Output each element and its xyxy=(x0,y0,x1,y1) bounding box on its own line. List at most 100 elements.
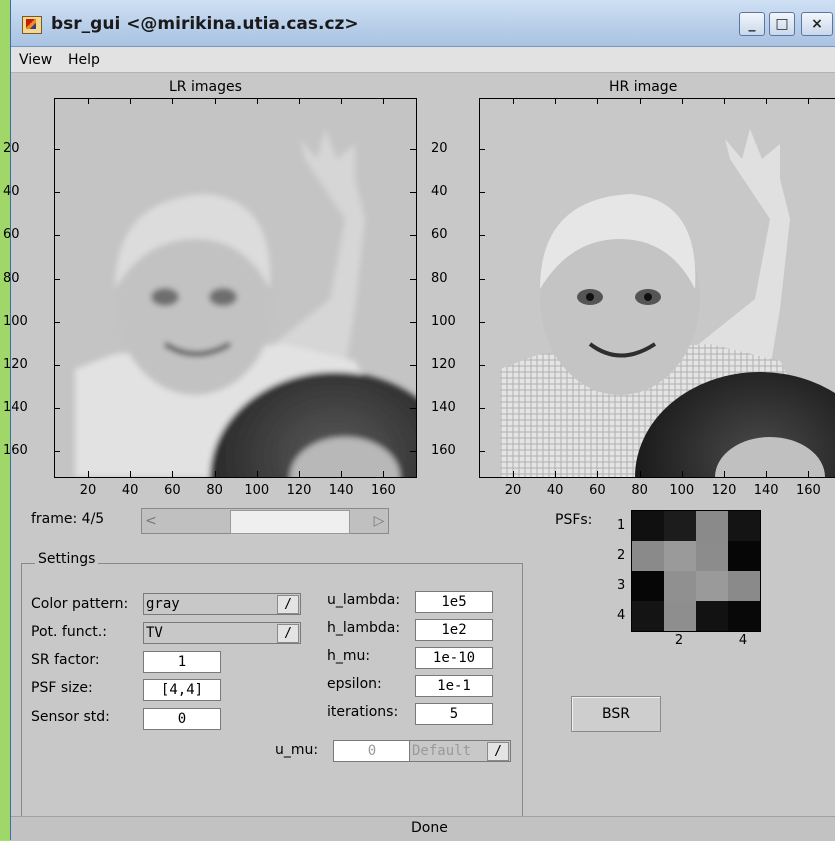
psf-ytick-label: 3 xyxy=(617,578,626,593)
hr-ytick-mark xyxy=(479,235,485,237)
psf-cell xyxy=(664,571,696,601)
hr-xtick-mark xyxy=(513,471,514,477)
lr-xtick-mark xyxy=(256,98,258,104)
frame-slider[interactable]: < ▷ xyxy=(141,508,389,534)
pot-funct-label: Pot. funct.: xyxy=(31,624,107,640)
hr-axes-title: HR image xyxy=(609,79,678,95)
matlab-icon xyxy=(22,16,42,34)
psf-cell xyxy=(728,511,760,541)
lr-xtick-label: 20 xyxy=(79,483,97,498)
dropdown-arrow-icon[interactable]: / xyxy=(487,742,509,761)
lr-ytick-mark xyxy=(410,149,416,150)
lr-image xyxy=(55,99,416,477)
dropdown-arrow-icon[interactable]: / xyxy=(277,595,299,614)
lr-xtick-label: 60 xyxy=(164,483,181,498)
hr-ytick-mark xyxy=(479,408,485,410)
dropdown-arrow-icon[interactable]: / xyxy=(277,624,299,643)
psf-cell xyxy=(728,541,760,571)
lr-ytick-label: 40 xyxy=(3,184,20,200)
menu-view[interactable]: View xyxy=(19,52,52,68)
hr-ytick-label: 20 xyxy=(431,141,448,156)
psf-cell xyxy=(696,601,728,631)
hr-xtick-mark xyxy=(555,98,557,104)
hr-ytick-label: 60 xyxy=(431,227,448,243)
slider-right-arrow-icon[interactable]: ▷ xyxy=(370,509,388,533)
lr-xtick-mark xyxy=(299,98,300,104)
slider-thumb[interactable] xyxy=(230,510,350,534)
menu-help[interactable]: Help xyxy=(68,52,100,68)
u-lambda-label: u_lambda: xyxy=(327,592,401,608)
psf-cell xyxy=(632,601,664,631)
hr-xtick-mark xyxy=(681,471,683,477)
hr-xtick-label: 120 xyxy=(711,483,737,498)
lr-xtick-label: 80 xyxy=(206,483,223,498)
hr-ytick-mark xyxy=(479,192,485,194)
lr-ytick-mark xyxy=(54,321,60,323)
lr-xtick-mark xyxy=(172,98,174,104)
h-mu-input[interactable]: 1e-10 xyxy=(415,647,493,669)
hr-xtick-label: 40 xyxy=(546,483,564,498)
settings-legend: Settings xyxy=(35,551,99,567)
lr-ytick-mark xyxy=(410,192,416,194)
lr-ytick-mark xyxy=(410,321,416,323)
hr-ytick-mark xyxy=(479,365,485,366)
hr-xtick-label: 140 xyxy=(753,483,779,498)
lr-image-axes xyxy=(54,98,417,478)
hr-xtick-mark xyxy=(555,471,557,477)
psf-size-input[interactable]: [4,4] xyxy=(143,679,221,701)
lr-xtick-mark xyxy=(172,471,174,477)
app-window: bsr_gui <@mirikina.utia.cas.cz> _ □ × Vi… xyxy=(3,0,835,841)
color-pattern-value: gray xyxy=(146,596,180,612)
hr-xtick-mark xyxy=(639,98,641,104)
lr-ytick-mark xyxy=(54,408,60,410)
hr-xtick-mark xyxy=(639,471,641,477)
hr-xtick-label: 60 xyxy=(589,483,606,498)
pot-funct-select[interactable]: TV / xyxy=(143,622,301,644)
hr-xtick-mark xyxy=(513,98,514,104)
bsr-button[interactable]: BSR xyxy=(571,696,661,732)
lr-xtick-label: 140 xyxy=(328,483,354,498)
color-pattern-select[interactable]: gray / xyxy=(143,593,301,615)
close-button[interactable]: × xyxy=(801,12,833,36)
menu-bar: View Help xyxy=(11,47,835,73)
psf-xtick-label: 4 xyxy=(738,633,748,648)
window-title: bsr_gui <@mirikina.utia.cas.cz> xyxy=(51,14,359,34)
lr-axes-title: LR images xyxy=(169,79,242,95)
lr-ytick-mark xyxy=(54,451,60,453)
lr-xtick-mark xyxy=(299,471,300,477)
hr-ytick-label: 100 xyxy=(431,313,456,329)
hr-ytick-mark xyxy=(479,321,485,323)
hr-xtick-mark xyxy=(724,98,725,104)
lr-xtick-mark xyxy=(383,471,385,477)
lr-xtick-mark xyxy=(130,98,132,104)
lr-xtick-label: 40 xyxy=(121,483,139,498)
title-bar[interactable]: bsr_gui <@mirikina.utia.cas.cz> _ □ × xyxy=(11,0,835,47)
lr-xtick-mark xyxy=(88,471,89,477)
hr-ytick-mark xyxy=(479,451,485,453)
lr-xtick-mark xyxy=(383,98,385,104)
hr-image xyxy=(480,99,835,477)
minimize-button[interactable]: _ xyxy=(739,12,765,36)
lr-xtick-label: 160 xyxy=(370,483,396,498)
status-bar: Done xyxy=(11,816,835,841)
u-mu-input[interactable]: 0 xyxy=(333,740,411,762)
h-mu-label: h_mu: xyxy=(327,648,371,664)
epsilon-input[interactable]: 1e-1 xyxy=(415,675,493,697)
sensor-std-input[interactable]: 0 xyxy=(143,708,221,730)
slider-left-arrow-icon[interactable]: < xyxy=(142,509,160,533)
sr-factor-input[interactable]: 1 xyxy=(143,651,221,673)
psf-size-label: PSF size: xyxy=(31,680,93,696)
hr-xtick-mark xyxy=(766,471,768,477)
iterations-input[interactable]: 5 xyxy=(415,703,493,725)
hr-xtick-mark xyxy=(808,98,810,104)
lr-ytick-mark xyxy=(410,365,416,366)
psf-cell xyxy=(696,571,728,601)
hr-ytick-mark xyxy=(479,278,485,280)
h-lambda-input[interactable]: 1e2 xyxy=(415,619,493,641)
status-text: Done xyxy=(411,820,448,836)
lr-ytick-mark xyxy=(54,235,60,237)
u-lambda-input[interactable]: 1e5 xyxy=(415,591,493,613)
u-mu-mode-select[interactable]: Default / xyxy=(409,740,511,762)
maximize-button[interactable]: □ xyxy=(769,12,795,36)
psf-grid xyxy=(631,510,761,632)
